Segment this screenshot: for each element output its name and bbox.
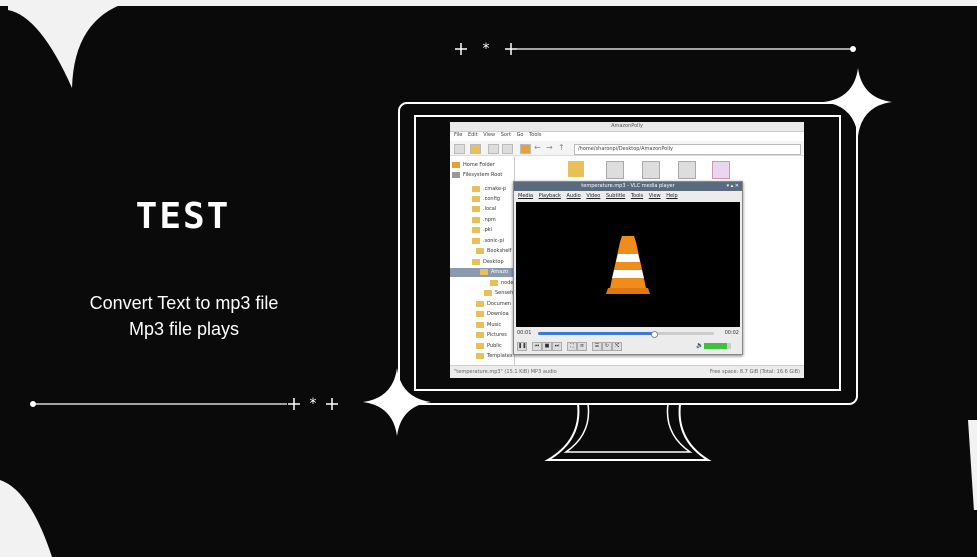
- sidebar-item-senseh[interactable]: Senseh: [484, 289, 513, 298]
- asterisk-2: *: [310, 396, 317, 412]
- speaker-icon[interactable]: 🔈: [696, 342, 703, 349]
- stop-icon[interactable]: ■: [542, 342, 552, 351]
- sidebar-item-pictures[interactable]: Pictures: [476, 331, 507, 340]
- slide-line-1: Convert Text to mp3 file: [89, 293, 279, 313]
- vlc-menu-media[interactable]: Media: [518, 193, 533, 199]
- vlc-menu-tools[interactable]: Tools: [631, 193, 643, 199]
- sidebar-item-npm[interactable]: .npm: [472, 216, 496, 225]
- status-right: Free space: 8.7 GiB (Total: 16.6 GiB): [709, 369, 800, 375]
- previous-icon[interactable]: ⏮: [532, 342, 542, 351]
- sidebar-item-pki[interactable]: .pki: [472, 226, 492, 235]
- top-line-dot: [850, 46, 856, 52]
- new-window-icon[interactable]: [454, 144, 465, 154]
- menu-go[interactable]: Go: [517, 132, 524, 138]
- vlc-menu-video[interactable]: Video: [586, 193, 600, 199]
- folder-icon[interactable]: [470, 144, 481, 154]
- playlist-icon[interactable]: ☰: [592, 342, 602, 351]
- sidebar-item-bookshelf[interactable]: Bookshelf: [476, 247, 511, 256]
- sidebar-item-music[interactable]: Music: [476, 321, 501, 330]
- playlist-settings-icon[interactable]: ≡: [577, 342, 587, 351]
- gear-file-icon[interactable]: [678, 161, 696, 179]
- slide-line-2: Mp3 file plays: [128, 319, 240, 339]
- vlc-title: temperature.mp3 - VLC media player: [581, 183, 675, 189]
- forward-arrow-icon[interactable]: →: [546, 144, 555, 152]
- seek-bar[interactable]: [538, 331, 714, 338]
- vlc-titlebar: temperature.mp3 - VLC media player ▾ ▴ ✕: [514, 182, 742, 191]
- screenshot: AmazonPolly File Edit View Sort Go Tools…: [450, 122, 804, 378]
- vlc-window: temperature.mp3 - VLC media player ▾ ▴ ✕…: [513, 181, 743, 355]
- menu-edit[interactable]: Edit: [468, 132, 478, 138]
- sidebar-item-documents[interactable]: Documen: [476, 300, 511, 309]
- time-total: 00:02: [724, 330, 739, 336]
- menu-view[interactable]: View: [483, 132, 495, 138]
- path-input[interactable]: /home/sharonpi/Desktop/AmazonPolly: [574, 144, 801, 155]
- sidebar-item-home[interactable]: Home Folder: [452, 161, 495, 170]
- back-arrow-icon[interactable]: ←: [534, 144, 543, 152]
- up-arrow-icon[interactable]: ↑: [558, 144, 567, 152]
- seek-fill: [538, 332, 655, 335]
- next-icon[interactable]: ⏭: [552, 342, 562, 351]
- vlc-menu-subtitle[interactable]: Subtitle: [606, 193, 625, 199]
- folder-file-icon[interactable]: [568, 161, 584, 177]
- shuffle-icon[interactable]: ⤭: [612, 342, 622, 351]
- vlc-controls: ❚❚ ⏮ ■ ⏭ ⛶ ≡ ☰ ↻ ⤭ 🔈: [514, 340, 742, 352]
- sidebar-item-root[interactable]: Filesystem Root: [452, 171, 502, 180]
- sidebar-item-local[interactable]: .local: [472, 205, 496, 214]
- asterisk-1: *: [483, 41, 490, 57]
- sidebar-item-sonic[interactable]: .sonic-pi: [472, 237, 504, 246]
- sidebar-item-node[interactable]: node: [490, 279, 513, 288]
- sidebar-item-cmake[interactable]: .cmake-p: [472, 185, 506, 194]
- slide-title: TEST: [135, 196, 231, 237]
- list-view-icon[interactable]: [502, 144, 513, 154]
- sidebar-item-desktop[interactable]: Desktop: [472, 258, 504, 267]
- vlc-menu-playback[interactable]: Playback: [539, 193, 561, 199]
- pause-icon[interactable]: ❚❚: [517, 342, 527, 351]
- vlc-video-area[interactable]: [516, 202, 740, 327]
- window-controls-icon[interactable]: ▾ ▴ ✕: [727, 182, 739, 191]
- menu-file[interactable]: File: [454, 132, 462, 138]
- volume-fill: [704, 343, 727, 349]
- status-left: "temperature.mp3" (15.1 KiB) MP3 audio: [454, 369, 557, 375]
- volume-slider[interactable]: [704, 343, 731, 349]
- icon-view-icon[interactable]: [488, 144, 499, 154]
- loop-icon[interactable]: ↻: [602, 342, 612, 351]
- vlc-cone-icon: [606, 236, 650, 294]
- time-elapsed: 00:01: [517, 330, 532, 336]
- vlc-menu-help[interactable]: Help: [666, 193, 677, 199]
- filemanager-sidebar: Home Folder Filesystem Root .cmake-p .co…: [450, 157, 515, 365]
- home-icon[interactable]: [520, 144, 531, 154]
- fullscreen-icon[interactable]: ⛶: [567, 342, 577, 351]
- vlc-menu-view[interactable]: View: [649, 193, 661, 199]
- seek-handle[interactable]: [651, 331, 659, 338]
- gear-file-icon[interactable]: [642, 161, 660, 179]
- menu-sort[interactable]: Sort: [501, 132, 511, 138]
- sidebar-item-public[interactable]: Public: [476, 342, 502, 351]
- sidebar-item-config[interactable]: .config: [472, 195, 500, 204]
- menu-tools[interactable]: Tools: [529, 132, 541, 138]
- vlc-menubar: Media Playback Audio Video Subtitle Tool…: [514, 192, 678, 200]
- sidebar-item-downloads[interactable]: Downloa: [476, 310, 509, 319]
- filemanager-menubar: File Edit View Sort Go Tools: [450, 131, 541, 139]
- sidebar-item-templates[interactable]: Templates: [476, 352, 512, 361]
- slide-canvas: * * TEST Convert Text to mp3 file Mp3 fi…: [0, 0, 977, 557]
- audio-file-icon[interactable]: [712, 161, 730, 179]
- sidebar-item-amazonpolly[interactable]: Amazo: [450, 268, 514, 277]
- gear-file-icon[interactable]: [606, 161, 624, 179]
- filemanager-statusbar: "temperature.mp3" (15.1 KiB) MP3 audio F…: [450, 365, 804, 378]
- vlc-seek-row: 00:01 00:02: [514, 329, 742, 338]
- vlc-menu-audio[interactable]: Audio: [567, 193, 581, 199]
